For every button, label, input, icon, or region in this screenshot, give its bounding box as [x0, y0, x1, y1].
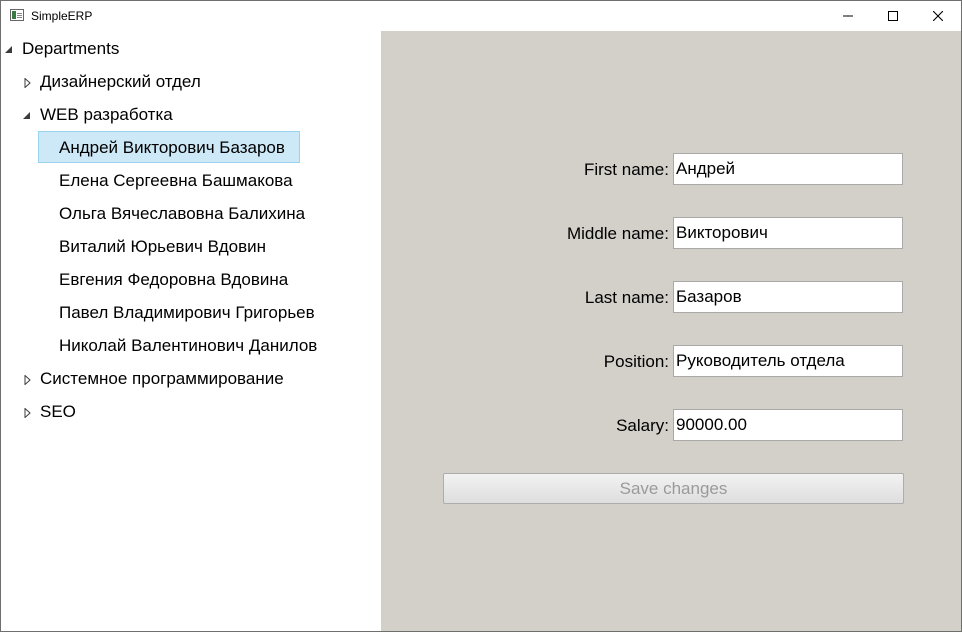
- tree-item-department[interactable]: Дизайнерский отдел: [40, 68, 201, 96]
- tree-item-employee[interactable]: Николай Валентинович Данилов: [59, 332, 317, 360]
- last-name-field[interactable]: Базаров: [673, 281, 903, 313]
- maximize-button[interactable]: [870, 1, 916, 31]
- middle-name-field[interactable]: Викторович: [673, 217, 903, 249]
- tree-item-department[interactable]: Системное программирование: [40, 365, 284, 393]
- collapsed-arrow-icon[interactable]: [23, 375, 33, 385]
- app-icon: [10, 9, 24, 21]
- maximize-icon: [888, 11, 898, 21]
- tree-item-employee[interactable]: Павел Владимирович Григорьев: [59, 299, 315, 327]
- close-icon: [933, 11, 943, 21]
- employee-detail-panel: First name: Андрей Middle name: Викторов…: [381, 31, 961, 631]
- minimize-icon: [843, 15, 853, 17]
- salary-field[interactable]: 90000.00: [673, 409, 903, 441]
- minimize-button[interactable]: [825, 1, 871, 31]
- tree-item-employee-selected[interactable]: Андрей Викторович Базаров: [59, 134, 285, 162]
- middle-name-label: Middle name:: [566, 224, 669, 243]
- tree-item-employee[interactable]: Евгения Федоровна Вдовина: [59, 266, 288, 294]
- collapsed-arrow-icon[interactable]: [23, 78, 33, 88]
- last-name-label: Last name:: [584, 288, 669, 307]
- position-label: Position:: [603, 352, 669, 371]
- close-button[interactable]: [915, 1, 961, 31]
- app-window: SimpleERP Departments Дизайнерский отдел…: [0, 0, 962, 632]
- tree-item-employee[interactable]: Елена Сергеевна Башмакова: [59, 167, 293, 195]
- expanded-arrow-icon[interactable]: [23, 111, 33, 121]
- tree-root-departments[interactable]: Departments: [22, 35, 119, 63]
- tree-item-employee[interactable]: Ольга Вячеславовна Балихина: [59, 200, 305, 228]
- title-bar[interactable]: SimpleERP: [1, 1, 961, 31]
- expanded-arrow-icon[interactable]: [5, 45, 15, 55]
- window-title: SimpleERP: [31, 9, 93, 23]
- tree-item-department[interactable]: WEB разработка: [40, 101, 173, 129]
- salary-label: Salary:: [616, 416, 669, 435]
- first-name-field[interactable]: Андрей: [673, 153, 903, 185]
- position-field[interactable]: Руководитель отдела: [673, 345, 903, 377]
- tree-item-department[interactable]: SEO: [40, 398, 76, 426]
- department-tree[interactable]: Departments Дизайнерский отдел WEB разра…: [1, 31, 381, 631]
- collapsed-arrow-icon[interactable]: [23, 408, 33, 418]
- first-name-label: First name:: [583, 160, 669, 179]
- save-changes-button[interactable]: Save changes: [443, 473, 904, 504]
- tree-item-employee[interactable]: Виталий Юрьевич Вдовин: [59, 233, 266, 261]
